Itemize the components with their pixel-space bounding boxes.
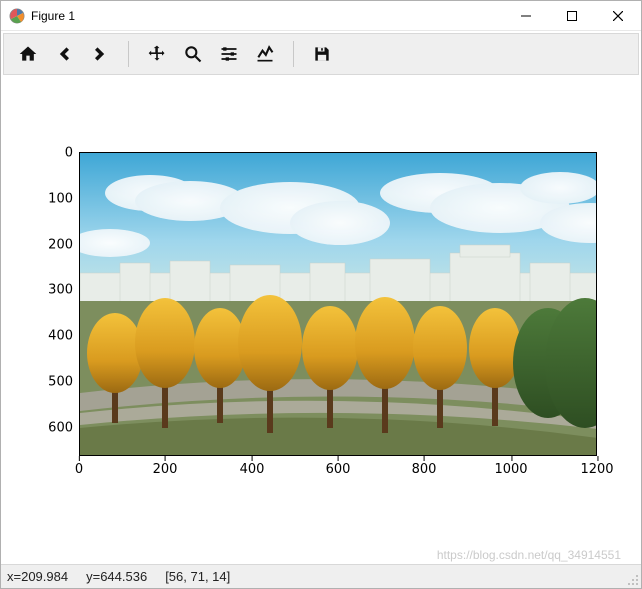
navigation-toolbar [3,33,639,75]
x-tick: 600 [326,462,351,477]
edit-axes-button[interactable] [247,37,283,71]
x-tick: 200 [153,462,178,477]
x-tick: 1000 [494,462,527,477]
configure-subplots-button[interactable] [211,37,247,71]
zoom-button[interactable] [175,37,211,71]
save-button[interactable] [304,37,340,71]
cursor-y: y=644.536 [86,569,147,584]
axes-image[interactable] [79,152,597,456]
titlebar[interactable]: Figure 1 [1,1,641,31]
forward-button[interactable] [82,37,118,71]
toolbar-separator [293,41,294,67]
y-tick: 500 [13,375,73,390]
x-tick: 400 [240,462,265,477]
figure-window: Figure 1 [0,0,642,589]
watermark-text: https://blog.csdn.net/qq_34914551 [437,548,621,562]
maximize-button[interactable] [549,1,595,31]
matplotlib-icon [9,8,25,24]
minimize-button[interactable] [503,1,549,31]
y-tick: 300 [13,283,73,298]
resize-grip[interactable] [627,574,639,586]
y-tick: 200 [13,238,73,253]
y-tick: 600 [13,421,73,436]
y-tick: 400 [13,329,73,344]
cursor-rgb: [56, 71, 14] [165,569,230,584]
pan-button[interactable] [139,37,175,71]
statusbar: x=209.984 y=644.536 [56, 71, 14] [1,564,641,588]
x-tick: 1200 [580,462,613,477]
figure-canvas[interactable]: 0 100 200 300 400 500 600 0 200 400 600 … [1,77,641,564]
toolbar-separator [128,41,129,67]
cursor-x: x=209.984 [7,569,68,584]
home-button[interactable] [10,37,46,71]
back-button[interactable] [46,37,82,71]
y-tick: 0 [13,146,73,161]
x-tick: 800 [412,462,437,477]
close-button[interactable] [595,1,641,31]
x-tick: 0 [75,462,83,477]
window-title: Figure 1 [31,9,75,23]
y-tick: 100 [13,192,73,207]
